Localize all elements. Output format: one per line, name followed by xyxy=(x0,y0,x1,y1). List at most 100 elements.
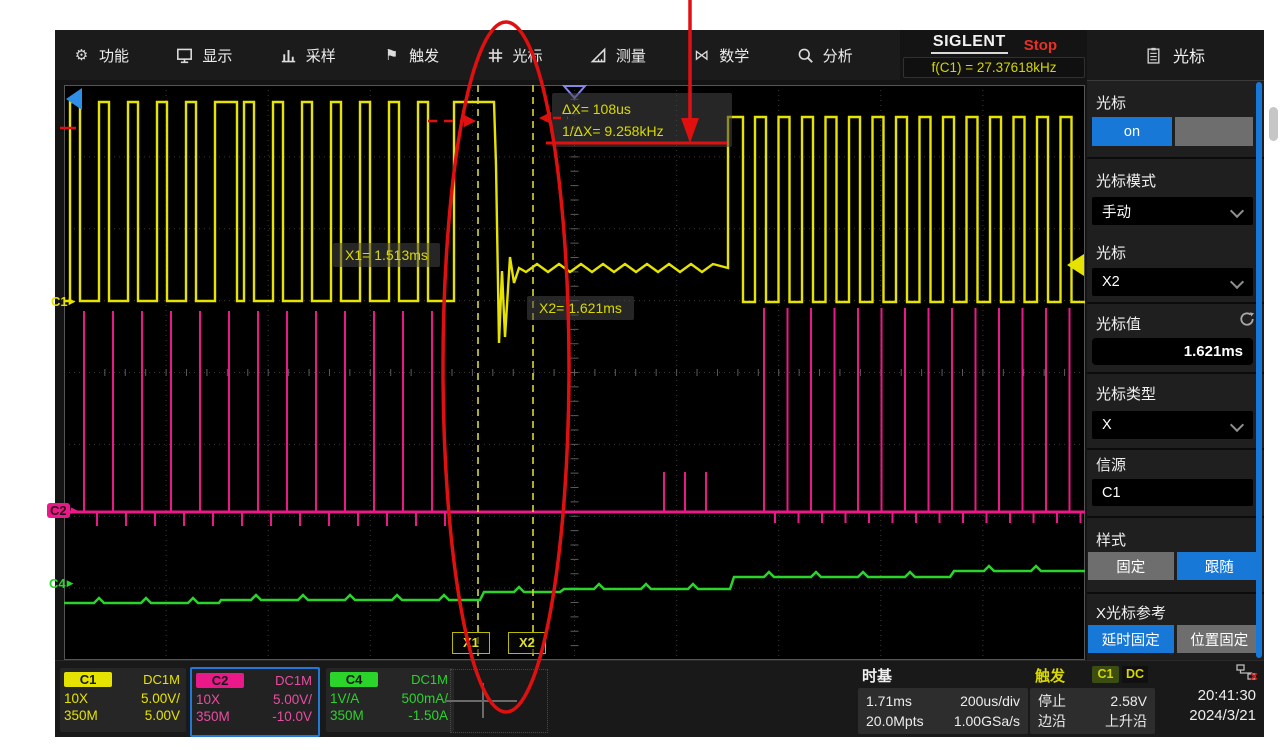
c2-offset: -10.0V xyxy=(272,709,312,724)
channel-descriptor-c4[interactable]: C4 DC1M 1V/A500mA/ 350M-1.50A xyxy=(326,668,454,732)
cursor-onoff-toggle[interactable]: on xyxy=(1092,117,1253,146)
clock-date: 2024/3/21 xyxy=(1160,707,1264,724)
menu-label: 测量 xyxy=(616,45,646,66)
c2-position-marker[interactable]: C2▶ xyxy=(47,503,78,518)
x1-cursor-handle[interactable]: X1 xyxy=(452,632,490,654)
style-follow-button[interactable]: 跟随 xyxy=(1177,552,1263,580)
xref-position-fixed-button[interactable]: 位置固定 xyxy=(1177,625,1263,653)
menu-label: 功能 xyxy=(99,45,129,66)
gear-icon: ⚙ xyxy=(73,47,90,64)
x1-readout: X1= 1.513ms xyxy=(333,243,440,267)
trigger-level-marker xyxy=(1067,254,1084,276)
delta-x-readout: ΔX= 108us 1/ΔX= 9.258kHz xyxy=(552,93,732,147)
sidebar-scrollbar[interactable] xyxy=(1256,82,1262,658)
cursor-select-dropdown[interactable]: X2 xyxy=(1092,268,1253,296)
cursor-panel-title: 光标 xyxy=(1173,43,1205,67)
menu-item-analyze[interactable]: 分析 xyxy=(797,30,900,80)
trigger-state: 停止 xyxy=(1038,691,1066,711)
section-divider xyxy=(1087,516,1264,518)
source-value: C1 xyxy=(1102,485,1121,501)
trigger-source-badge: C1 xyxy=(1092,666,1119,683)
c1-scale: 5.00V/ xyxy=(141,691,180,706)
browser-scrollbar-thumb[interactable] xyxy=(1269,107,1278,141)
c4-marker-label: C4 xyxy=(49,576,66,591)
menu-item-trigger[interactable]: ⚑ 触发 xyxy=(383,30,486,80)
status-cluster: SIGLENT Stop f(C1) = 27.37618kHz xyxy=(903,32,1085,79)
timebase-readout[interactable]: 1.71ms200us/div 20.0Mpts1.00GSa/s xyxy=(858,688,1028,734)
toggle-off-segment[interactable] xyxy=(1175,117,1253,146)
menu-label: 分析 xyxy=(823,45,853,66)
analyze-icon xyxy=(797,47,814,64)
menu-bar: ⚙ 功能 显示 采样 ⚑ 触发 光标 测量 ⋈ 数学 分析 xyxy=(55,30,900,80)
section-divider xyxy=(1087,592,1264,594)
section-divider xyxy=(1087,302,1264,304)
lan-disconnected-icon: × xyxy=(1236,664,1256,681)
cursor-onoff-label: 光标 xyxy=(1096,92,1126,113)
x2-readout: X2= 1.621ms xyxy=(527,296,634,320)
cursor-type-dropdown[interactable]: X xyxy=(1092,411,1253,439)
acquire-icon xyxy=(280,47,297,64)
clipboard-icon xyxy=(1146,47,1161,64)
section-divider xyxy=(1087,157,1264,159)
dx-value: ΔX= 108us xyxy=(562,98,722,120)
timebase-title: 时基 xyxy=(862,665,892,686)
menu-item-measure[interactable]: 测量 xyxy=(590,30,693,80)
trigger-coupling-badge: DC xyxy=(1122,666,1148,683)
right-arrow-icon: ▶ xyxy=(67,578,74,589)
status-bar: C1 DC1M 10X5.00V/ 350M5.00V C2 DC1M 10X5… xyxy=(55,660,1264,737)
style-segmented-control: 固定 跟随 xyxy=(1088,552,1262,580)
cursor-value: 1.621ms xyxy=(1184,343,1243,360)
style-fixed-button[interactable]: 固定 xyxy=(1088,552,1174,580)
timebase-delay: 1.71ms xyxy=(866,691,912,711)
cursor-mode-dropdown[interactable]: 手动 xyxy=(1092,197,1253,225)
screenshot-stage: ⚙ 功能 显示 采样 ⚑ 触发 光标 测量 ⋈ 数学 分析 xyxy=(0,0,1280,750)
inv-dx-value: 1/ΔX= 9.258kHz xyxy=(562,120,722,142)
menu-label: 光标 xyxy=(513,45,543,66)
menu-label: 触发 xyxy=(409,45,439,66)
menu-item-cursor[interactable]: 光标 xyxy=(487,30,590,80)
trigger-position-marker xyxy=(66,88,82,110)
x-reference-label: X光标参考 xyxy=(1096,602,1166,623)
cursor-panel-header: 光标 xyxy=(1087,30,1264,81)
timebase-memory: 20.0Mpts xyxy=(866,711,924,731)
right-arrow-icon: ▶ xyxy=(69,296,76,307)
xref-delay-fixed-button[interactable]: 延时固定 xyxy=(1088,625,1174,653)
menu-item-math[interactable]: ⋈ 数学 xyxy=(693,30,796,80)
cursor-value-label: 光标值 xyxy=(1096,313,1141,334)
cursor-grid-icon xyxy=(487,47,504,64)
channel-descriptor-c1[interactable]: C1 DC1M 10X5.00V/ 350M5.00V xyxy=(60,668,186,732)
c4-coupling: DC1M xyxy=(411,672,448,687)
menu-item-function[interactable]: ⚙ 功能 xyxy=(73,30,176,80)
cursor-type-label: 光标类型 xyxy=(1096,383,1156,404)
cursor-value-field[interactable]: 1.621ms xyxy=(1092,338,1253,365)
c2-badge: C2 xyxy=(196,673,244,688)
c1-bandwidth: 350M xyxy=(64,708,98,723)
x2-cursor-handle[interactable]: X2 xyxy=(508,632,546,654)
crosshair-icon xyxy=(482,683,484,718)
toggle-on-segment[interactable]: on xyxy=(1092,117,1172,146)
section-divider xyxy=(1087,372,1264,374)
source-field[interactable]: C1 xyxy=(1092,479,1253,506)
c1-position-marker[interactable]: C1▶ xyxy=(51,294,76,309)
clock-time: 20:41:30 xyxy=(1160,687,1264,704)
c2-coupling: DC1M xyxy=(275,673,312,688)
c1-coupling: DC1M xyxy=(143,672,180,687)
trigger-level: 2.58V xyxy=(1110,691,1147,711)
c1-probe: 10X xyxy=(64,691,88,706)
crosshair-icon xyxy=(445,700,517,702)
run-state-badge[interactable]: Stop xyxy=(1024,37,1057,54)
menu-item-acquire[interactable]: 采样 xyxy=(280,30,383,80)
c4-scale: 500mA/ xyxy=(401,691,448,706)
c4-position-marker[interactable]: C4▶ xyxy=(49,576,74,591)
c1-marker-label: C1 xyxy=(51,294,68,309)
display-icon xyxy=(176,47,193,64)
menu-item-display[interactable]: 显示 xyxy=(176,30,279,80)
c4-badge: C4 xyxy=(330,672,378,687)
waveform-display[interactable]: ΔX= 108us 1/ΔX= 9.258kHz X1= 1.513ms X2=… xyxy=(64,85,1085,660)
chevron-down-icon xyxy=(1230,204,1244,218)
trigger-readout[interactable]: 停止2.58V 边沿上升沿 xyxy=(1030,688,1155,734)
channel-descriptor-c2[interactable]: C2 DC1M 10X5.00V/ 350M-10.0V xyxy=(190,667,320,737)
c4-probe: 1V/A xyxy=(330,691,359,706)
timebase-scale: 200us/div xyxy=(960,691,1020,711)
refresh-icon[interactable] xyxy=(1239,311,1255,327)
